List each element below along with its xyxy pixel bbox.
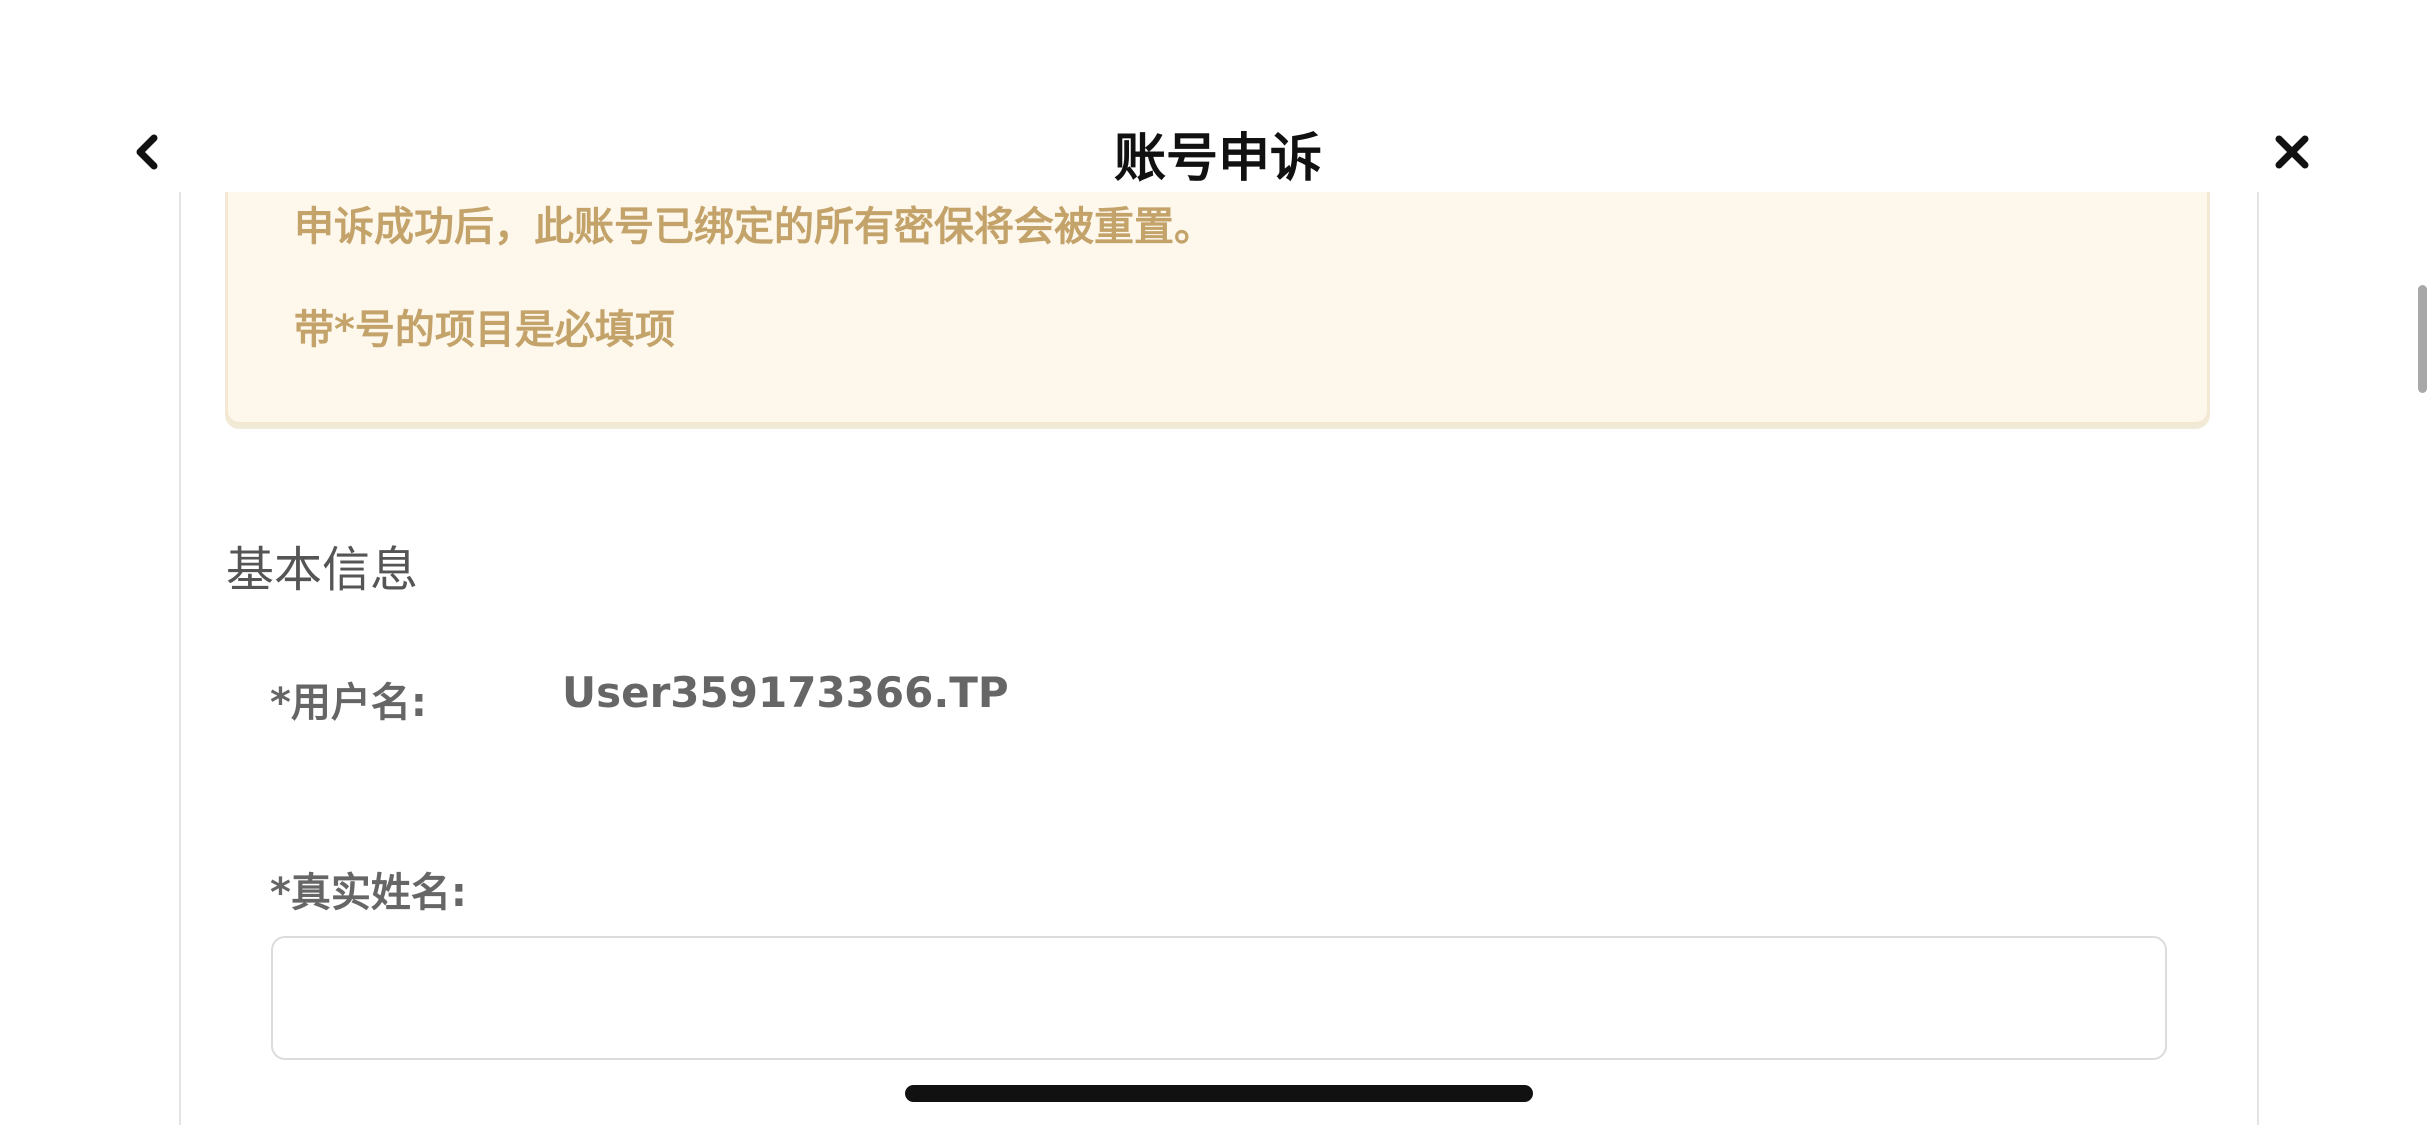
- realname-label: *真实姓名:: [270, 870, 467, 916]
- screen: 申诉成功后，此账号已绑定的所有密保将会被重置。 带*号的项目是必填项 账号申诉 …: [0, 0, 2436, 1125]
- close-button[interactable]: [2262, 120, 2322, 184]
- close-icon: [2275, 135, 2309, 169]
- notice-required-hint: 带*号的项目是必填项: [294, 307, 675, 353]
- home-indicator: [905, 1085, 1533, 1102]
- username-label: *用户名:: [270, 680, 427, 726]
- page-title: 账号申诉: [1113, 129, 1322, 189]
- scrollbar-thumb[interactable]: [2418, 285, 2427, 393]
- username-value: User359173366.TP: [562, 668, 1009, 717]
- notice-reset-warning: 申诉成功后，此账号已绑定的所有密保将会被重置。: [294, 204, 1214, 250]
- header-bar: 账号申诉: [0, 0, 2436, 192]
- realname-input[interactable]: [271, 936, 2167, 1060]
- section-title-basic-info: 基本信息: [226, 542, 419, 598]
